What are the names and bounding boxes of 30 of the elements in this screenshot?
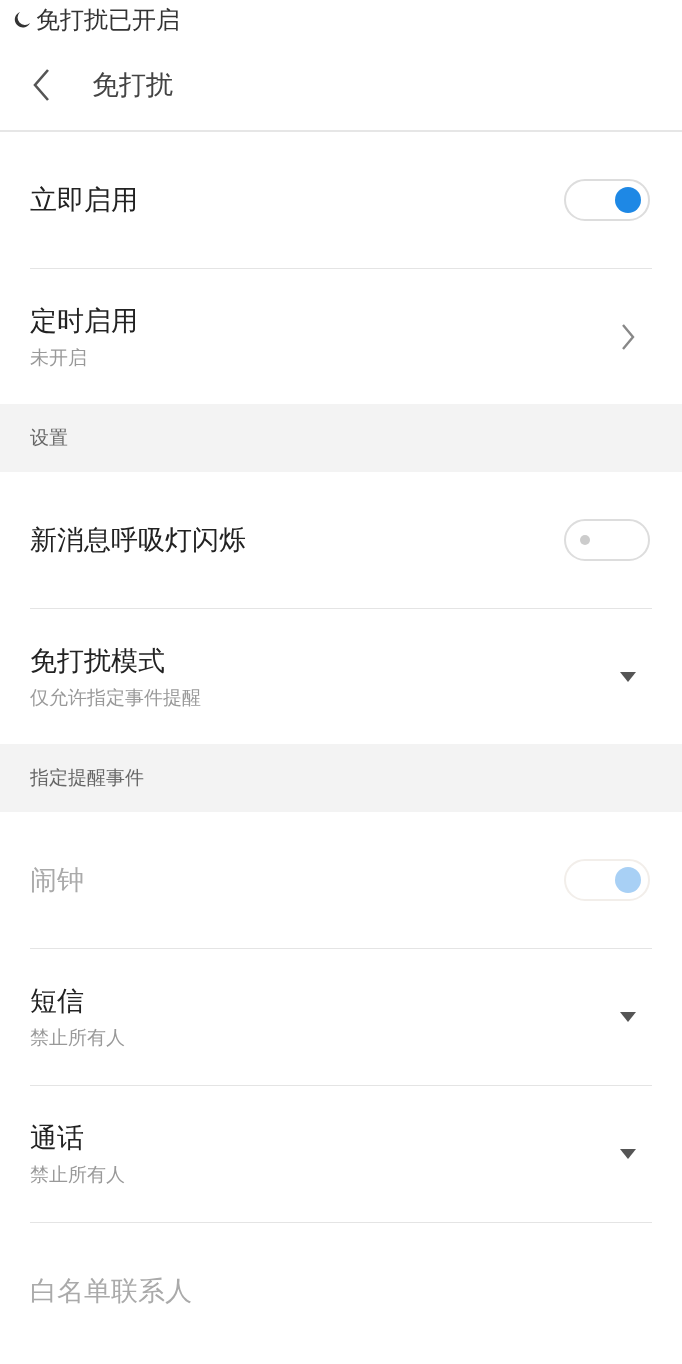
toggle-switch[interactable] (564, 519, 650, 561)
row-subtitle: 禁止所有人 (30, 1162, 125, 1187)
settings-row[interactable]: 新消息呼吸灯闪烁 (30, 472, 652, 609)
dropdown-caret-icon (620, 671, 636, 682)
row-subtitle: 禁止所有人 (30, 1025, 125, 1050)
settings-row[interactable]: 定时启用 未开启 (30, 269, 652, 404)
chevron-icon (620, 322, 636, 351)
row-title: 定时启用 (30, 303, 138, 338)
back-icon[interactable] (32, 68, 52, 102)
status-text: 免打扰已开启 (36, 5, 180, 36)
row-title: 白名单联系人 (30, 1273, 192, 1308)
dropdown-caret-icon (620, 1149, 636, 1159)
page-title: 免打扰 (92, 68, 173, 102)
settings-row[interactable]: 短信 禁止所有人 (30, 949, 652, 1086)
row-title: 闹钟 (30, 863, 84, 897)
row-title: 通话 (30, 1121, 85, 1155)
settings-row[interactable]: 免打扰模式 仅允许指定事件提醒 (30, 609, 652, 744)
row-subtitle: 仅允许指定事件提醒 (30, 684, 201, 710)
row-title: 免打扰模式 (30, 643, 166, 678)
section-header: 设置 (0, 404, 682, 472)
toggle-switch[interactable] (564, 179, 650, 221)
dropdown-caret-icon (620, 1012, 636, 1022)
settings-row[interactable]: 通话 禁止所有人 (30, 1086, 652, 1223)
row-title: 立即启用 (30, 183, 138, 217)
section-header: 指定提醒事件 (0, 744, 682, 812)
moon-icon (12, 10, 32, 30)
row-subtitle: 未开启 (30, 344, 88, 370)
row-title: 短信 (30, 984, 85, 1018)
row-title: 新消息呼吸灯闪烁 (30, 523, 246, 557)
settings-row[interactable]: 立即启用 (30, 132, 652, 269)
